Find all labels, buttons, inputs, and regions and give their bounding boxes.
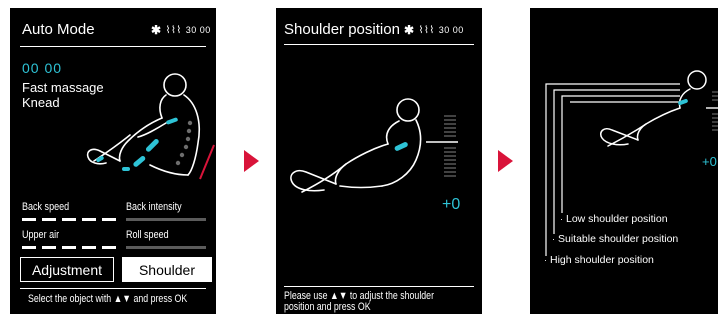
shoulder-offset-value: +0: [442, 196, 461, 213]
header-divider: [284, 44, 474, 45]
status-bar: ✱ ⌇⌇⌇ 30 00: [151, 23, 211, 37]
auto-mode-screen: Auto Mode ✱ ⌇⌇⌇ 30 00 00 00 Fast massage…: [10, 8, 216, 314]
footer-divider: [284, 286, 474, 287]
shoulder-figure-illustration: [290, 98, 422, 193]
heat-icon: ⌇⌇⌇: [418, 24, 435, 36]
back-speed-level[interactable]: [22, 218, 116, 221]
suitable-shoulder-label: · Suitable shoulder position: [552, 233, 679, 245]
instruction-text-line2: position and press OK: [284, 301, 371, 313]
upper-air-label: Upper air: [22, 229, 60, 241]
remaining-time: 30 00: [438, 25, 464, 35]
massage-figure-illustration: [86, 73, 215, 180]
shoulder-position-screen: Shoulder position ✱ ⌇⌇⌇ 30 00 +0 Please …: [276, 8, 482, 314]
low-shoulder-text: Low shoulder position: [566, 213, 668, 225]
bluetooth-icon: ✱: [404, 23, 415, 37]
high-shoulder-label: · High shoulder position: [544, 254, 654, 266]
low-shoulder-label: · Low shoulder position: [560, 213, 668, 225]
roll-speed-label: Roll speed: [126, 229, 169, 241]
upper-air-level[interactable]: [22, 246, 116, 249]
elapsed-timer: 00 00: [22, 60, 63, 76]
back-intensity-label: Back intensity: [126, 201, 182, 213]
arrow-right-icon: [498, 150, 513, 172]
remaining-time: 30 00: [185, 25, 211, 35]
shoulder-position-scale[interactable]: [426, 114, 458, 184]
bluetooth-icon: ✱: [151, 23, 162, 37]
suitable-shoulder-text: Suitable shoulder position: [558, 233, 679, 245]
shoulder-button[interactable]: Shoulder: [122, 257, 212, 282]
back-intensity-level[interactable]: [126, 218, 206, 221]
shoulder-offset-value: +0: [702, 154, 717, 169]
heat-icon: ⌇⌇⌇: [165, 24, 182, 36]
instruction-text: Select the object with ▲▼ and press OK: [28, 293, 188, 305]
shoulder-position-diagram-screen: +0 · Low shoulder position · Suitable shou…: [530, 8, 718, 314]
screen-title: Auto Mode: [22, 21, 95, 38]
screen-title: Shoulder position: [284, 21, 400, 38]
footer-divider: [20, 288, 206, 289]
program-technique: Knead: [22, 95, 60, 110]
header-divider: [20, 46, 206, 47]
status-bar: ✱ ⌇⌇⌇ 30 00: [404, 23, 464, 37]
adjustment-button[interactable]: Adjustment: [20, 257, 114, 282]
shoulder-height-diagram: [545, 70, 718, 256]
back-speed-label: Back speed: [22, 201, 70, 213]
arrow-right-icon: [244, 150, 259, 172]
roll-speed-level[interactable]: [126, 246, 206, 249]
high-shoulder-text: High shoulder position: [550, 254, 654, 266]
